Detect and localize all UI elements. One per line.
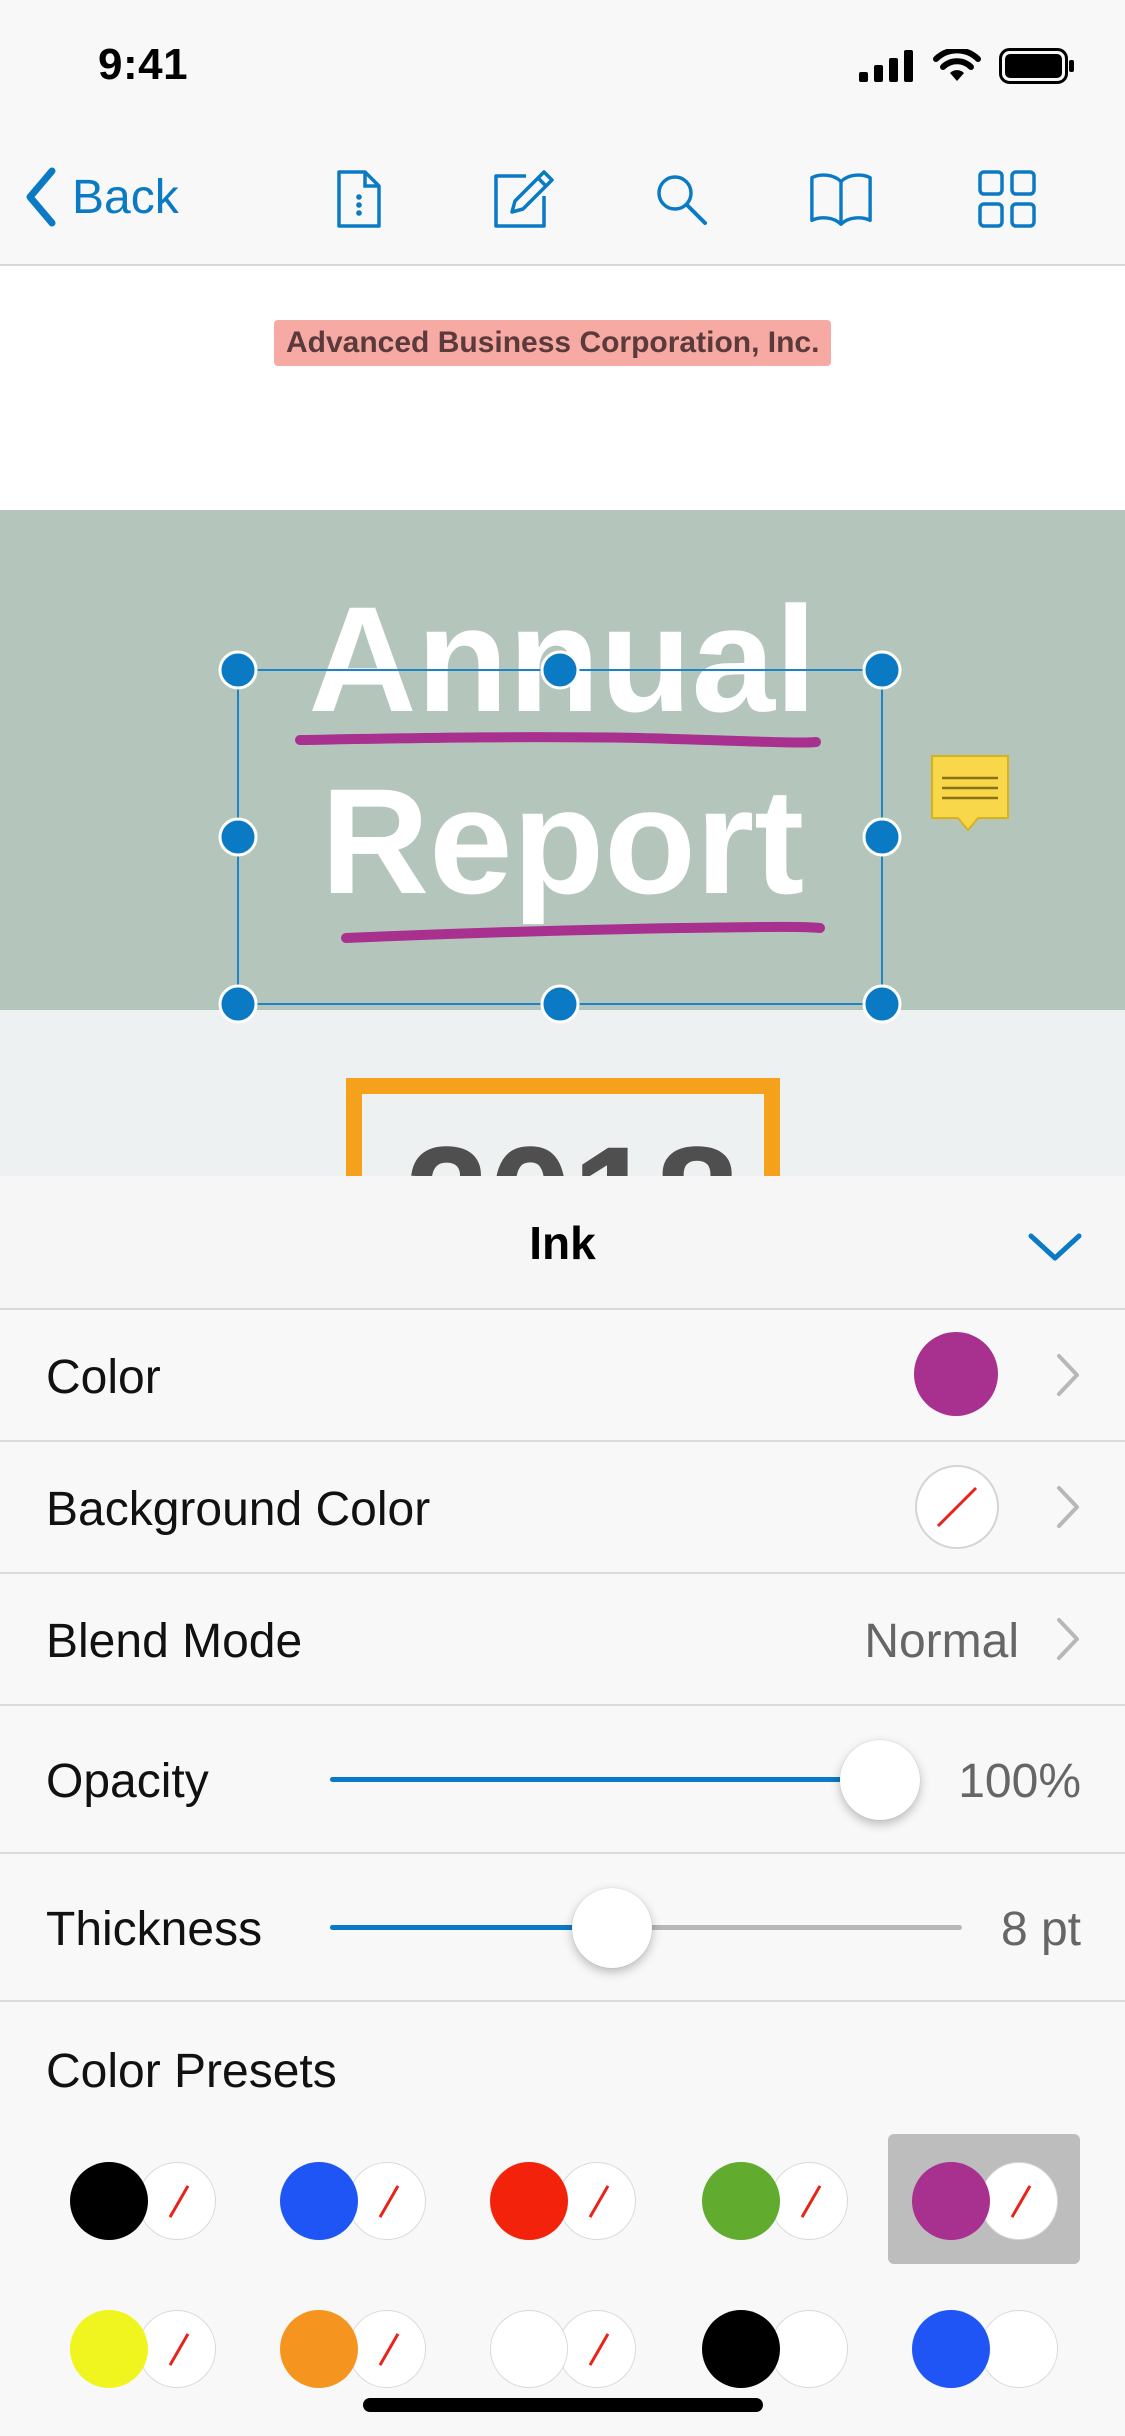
preset-color-swatch [912, 2162, 990, 2240]
preset-white-fill-swatch [980, 2310, 1058, 2388]
resize-handle-right [862, 817, 902, 857]
annotate-button[interactable] [490, 166, 556, 232]
color-preset[interactable] [280, 2306, 432, 2390]
background-color-row[interactable]: Background Color [0, 1442, 1125, 1574]
book-icon [810, 173, 872, 226]
resize-handle-left [218, 817, 258, 857]
opacity-slider-thumb[interactable] [840, 1740, 920, 1820]
cellular-signal-icon [859, 50, 913, 82]
document-info-button[interactable] [326, 166, 392, 232]
search-button[interactable] [648, 166, 714, 232]
thickness-label: Thickness [46, 1903, 263, 1956]
year-box: 2018 [346, 1078, 780, 1176]
chevron-down-icon[interactable] [1025, 1216, 1085, 1276]
home-indicator [363, 2398, 763, 2412]
selection-box[interactable] [0, 266, 1125, 1176]
navigation-bar: Back [0, 132, 1125, 266]
thickness-row: Thickness 8 pt [0, 1854, 1125, 2002]
document-page[interactable]: Advanced Business Corporation, Inc. Annu… [0, 266, 1125, 1176]
status-bar: 9:41 [0, 0, 1125, 132]
outline-button[interactable] [808, 166, 874, 232]
chevron-right-icon [1057, 1486, 1079, 1528]
resize-handle-bottom-right [862, 984, 902, 1024]
color-preset[interactable] [702, 2306, 854, 2390]
chevron-right-icon [1057, 1354, 1079, 1396]
opacity-value: 100% [958, 1755, 1081, 1808]
color-presets-label: Color Presets [46, 2045, 337, 2098]
thickness-slider-thumb[interactable] [572, 1888, 652, 1968]
resize-handle-bottom [540, 984, 580, 1024]
document-info-icon [337, 170, 381, 228]
opacity-slider-fill [330, 1777, 880, 1782]
status-icons [859, 48, 1075, 84]
color-preset[interactable] [70, 2306, 222, 2390]
preset-white-fill-swatch [770, 2310, 848, 2388]
background-color-label: Background Color [46, 1483, 431, 1536]
wifi-icon [933, 49, 981, 81]
blend-mode-value: Normal [864, 1615, 1019, 1668]
chevron-left-icon [26, 167, 56, 227]
thickness-value: 8 pt [1000, 1903, 1081, 1956]
preset-color-swatch [490, 2310, 568, 2388]
preset-no-fill-swatch [558, 2162, 636, 2240]
color-preset-selected[interactable] [912, 2158, 1064, 2242]
color-row[interactable]: Color [0, 1310, 1125, 1442]
resize-handle-top-left [218, 650, 258, 690]
status-time: 9:41 [98, 40, 189, 89]
pencil-edit-icon [494, 170, 554, 228]
search-icon [657, 175, 707, 225]
color-preset[interactable] [702, 2158, 854, 2242]
resize-handle-bottom-left [218, 984, 258, 1024]
resize-handle-top-right [862, 650, 902, 690]
blend-mode-row[interactable]: Blend Mode Normal [0, 1574, 1125, 1706]
preset-color-swatch [70, 2162, 148, 2240]
color-preset[interactable] [490, 2158, 642, 2242]
back-button[interactable]: Back [24, 162, 179, 232]
color-swatch [914, 1332, 998, 1416]
preset-no-fill-swatch [348, 2310, 426, 2388]
preset-no-fill-swatch [980, 2162, 1058, 2240]
panel-title: Ink [529, 1217, 596, 1269]
preset-color-swatch [280, 2310, 358, 2388]
back-label: Back [72, 170, 179, 224]
note-icon[interactable] [928, 754, 1012, 842]
preset-no-fill-swatch [770, 2162, 848, 2240]
preset-no-fill-swatch [138, 2162, 216, 2240]
blend-mode-label: Blend Mode [46, 1615, 303, 1668]
thumbnails-button[interactable] [974, 166, 1040, 232]
preset-no-fill-swatch [558, 2310, 636, 2388]
color-preset[interactable] [280, 2158, 432, 2242]
color-preset[interactable] [70, 2158, 222, 2242]
battery-icon [999, 48, 1074, 84]
preset-color-swatch [490, 2162, 568, 2240]
preset-no-fill-swatch [138, 2310, 216, 2388]
chevron-right-icon [1057, 1618, 1079, 1660]
color-preset[interactable] [912, 2306, 1064, 2390]
preset-no-fill-swatch [348, 2162, 426, 2240]
resize-handle-top [540, 650, 580, 690]
color-preset[interactable] [490, 2306, 642, 2390]
opacity-row: Opacity 100% [0, 1706, 1125, 1854]
panel-header: Ink [0, 1176, 1125, 1310]
no-color-swatch [915, 1465, 999, 1549]
opacity-label: Opacity [46, 1755, 209, 1808]
preset-color-swatch [702, 2162, 780, 2240]
preset-color-swatch [70, 2310, 148, 2388]
year-text: 2018 [382, 1124, 762, 1176]
color-label: Color [46, 1351, 161, 1404]
grid-icon [978, 170, 1036, 228]
preset-color-swatch [280, 2162, 358, 2240]
preset-color-swatch [912, 2310, 990, 2388]
preset-color-swatch [702, 2310, 780, 2388]
